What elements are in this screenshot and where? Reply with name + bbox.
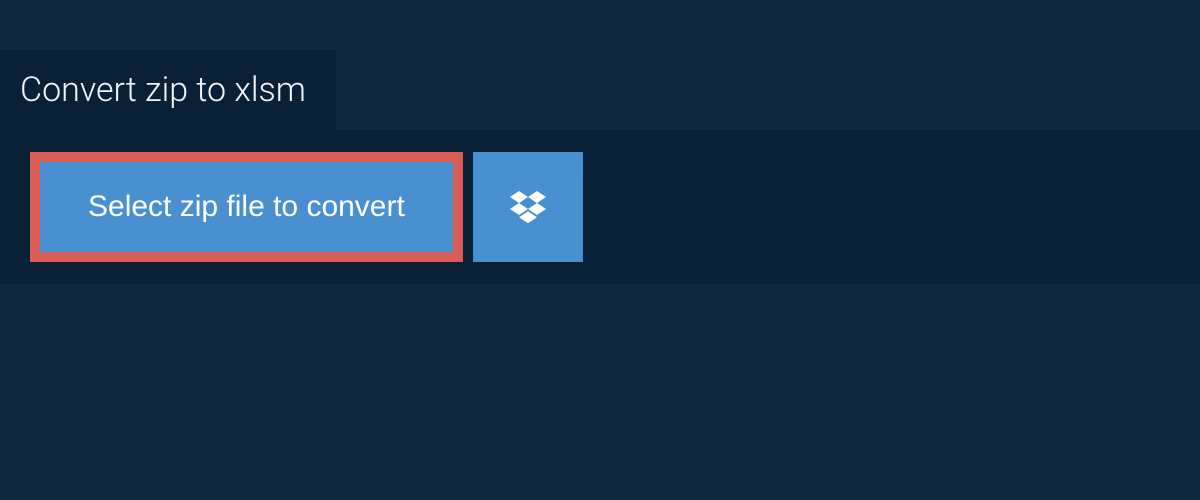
dropbox-icon <box>510 188 546 227</box>
upload-panel: Select zip file to convert <box>0 130 1200 284</box>
select-file-button[interactable]: Select zip file to convert <box>30 152 463 262</box>
select-file-label: Select zip file to convert <box>88 190 405 224</box>
dropbox-upload-button[interactable] <box>473 152 583 262</box>
page-title: Convert zip to xlsm <box>20 70 306 110</box>
tab-header: Convert zip to xlsm <box>0 50 336 130</box>
